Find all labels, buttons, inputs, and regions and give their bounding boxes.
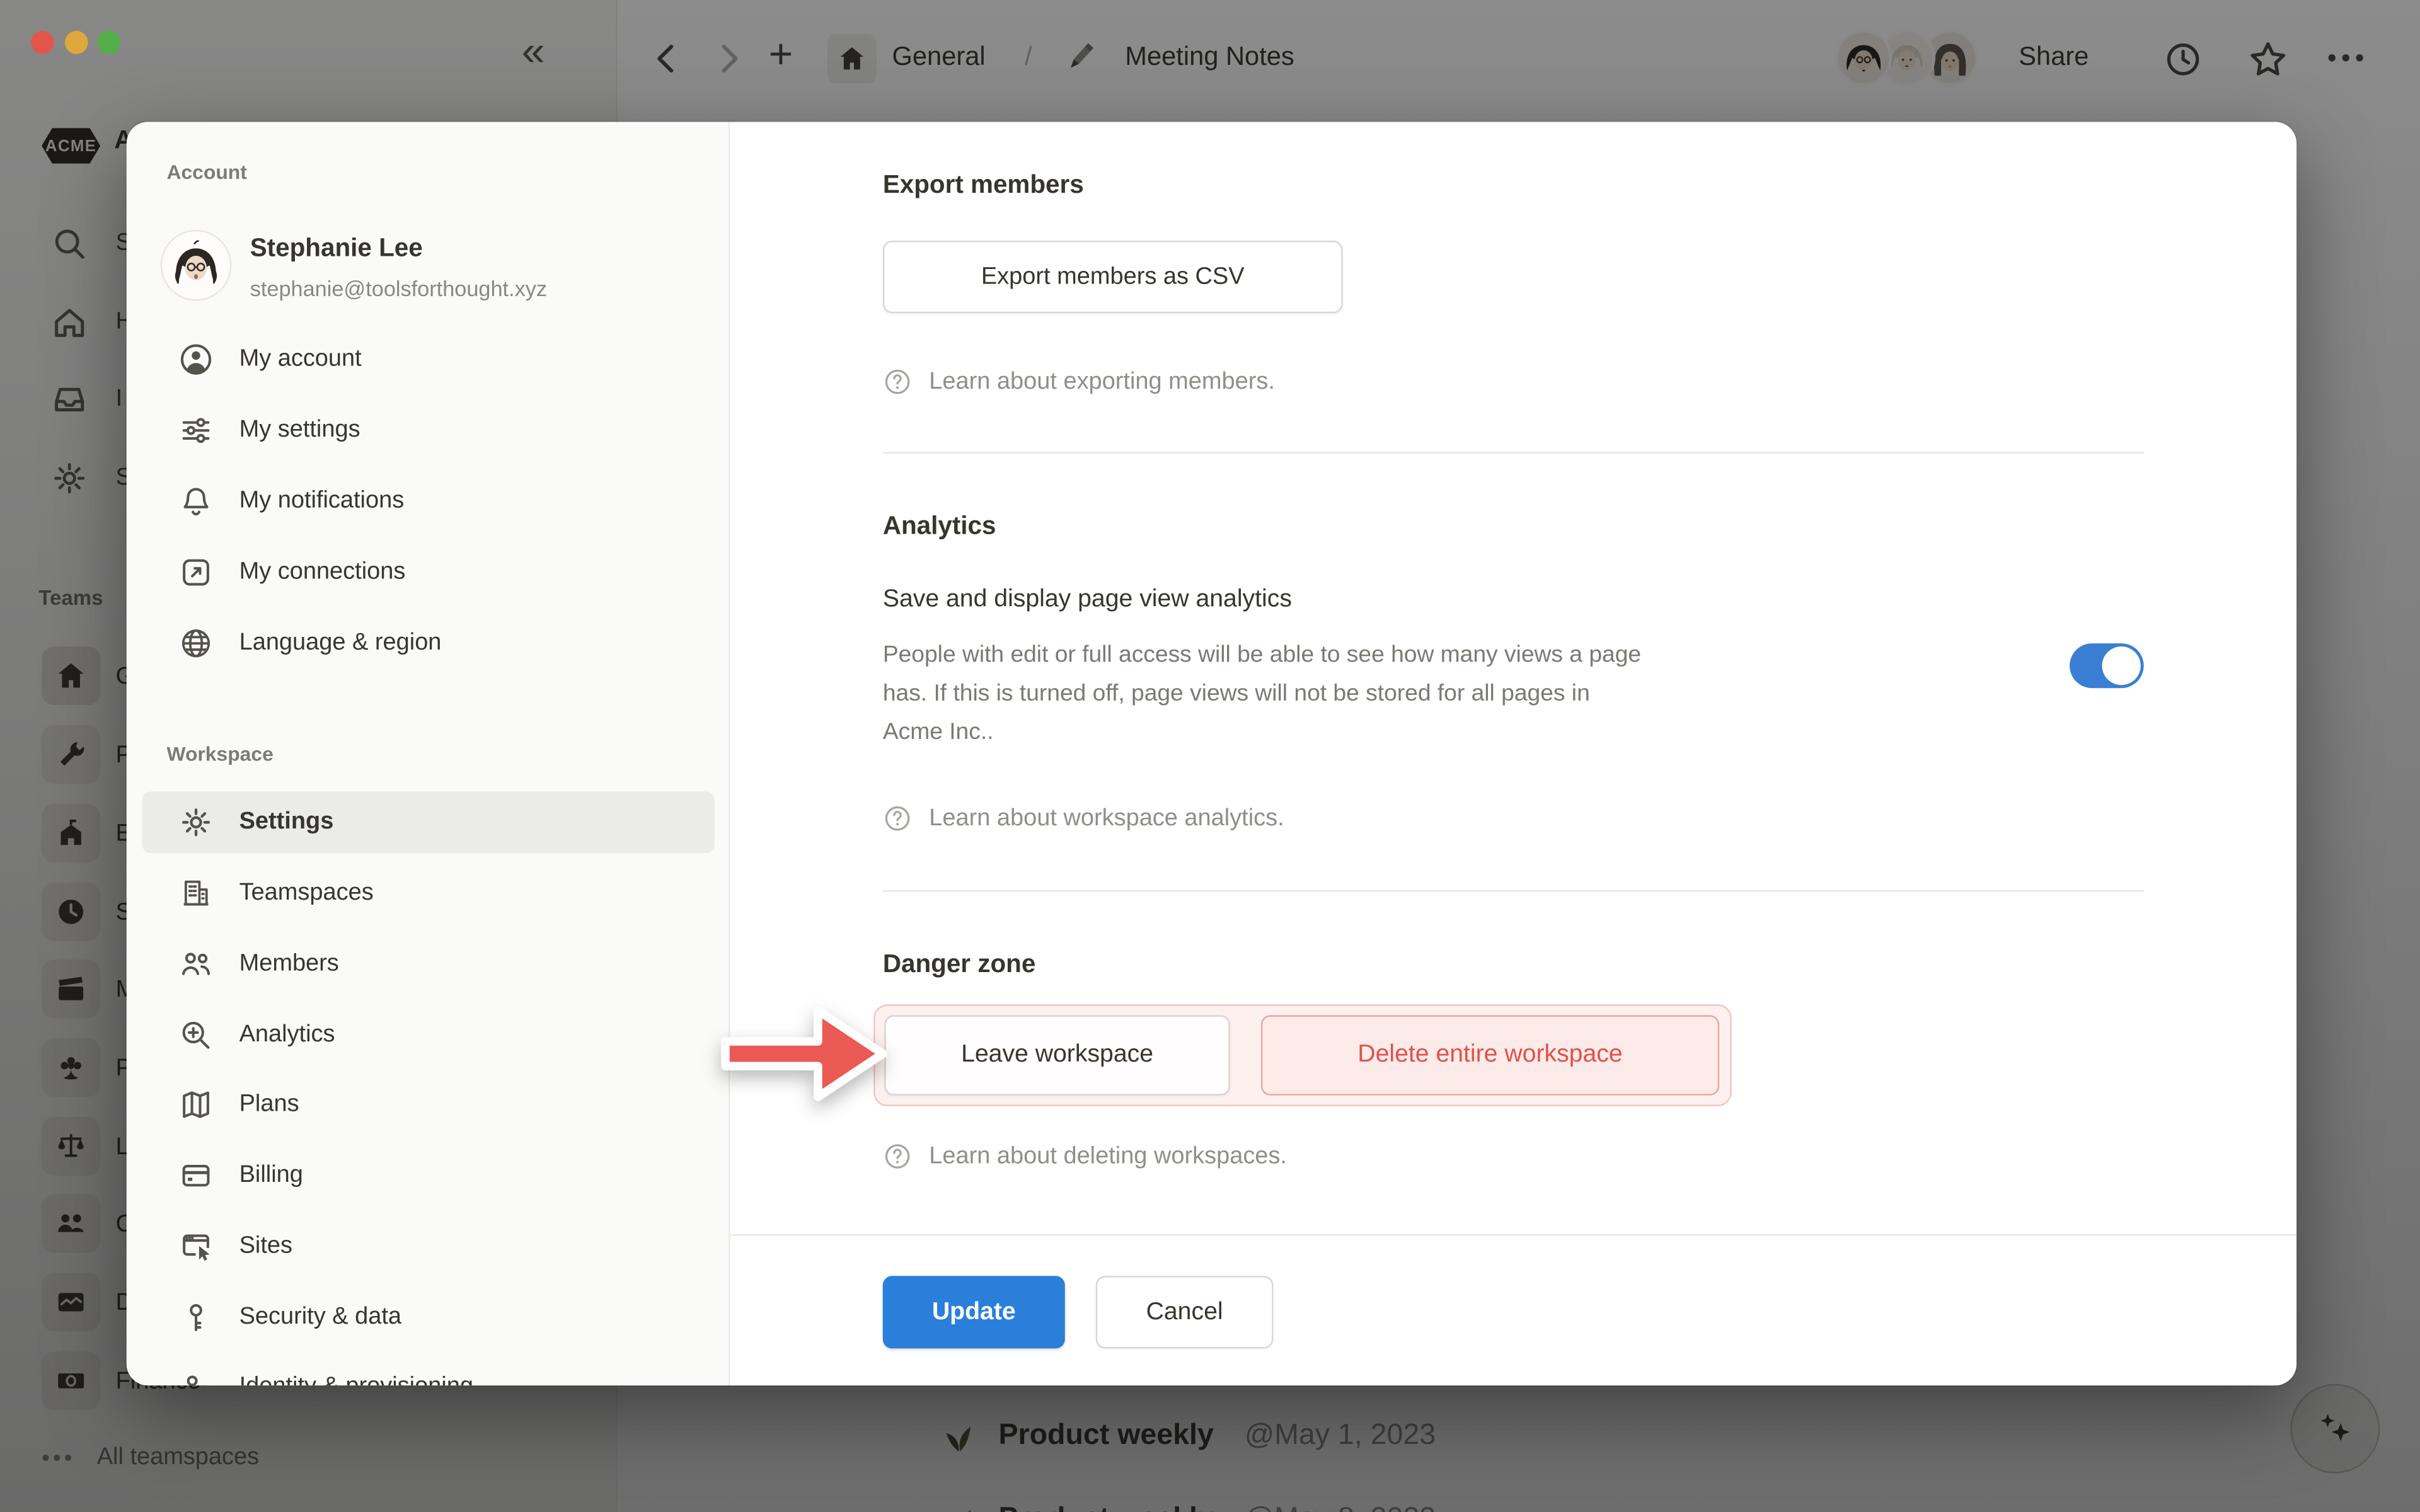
export-members-csv-button[interactable]: Export members as CSV — [883, 241, 1343, 313]
annotation-arrow-icon — [719, 995, 892, 1113]
footer-divider — [730, 1234, 2296, 1235]
person-gear-icon — [179, 1370, 213, 1385]
section-divider — [883, 890, 2144, 891]
nav-item-plans[interactable]: Plans — [142, 1074, 715, 1135]
nav-item-my-connections[interactable]: My connections — [142, 542, 715, 604]
user-email: stephanie@toolsforthought.xyz — [250, 276, 547, 301]
cancel-button[interactable]: Cancel — [1096, 1276, 1274, 1348]
nav-item-settings[interactable]: Settings — [142, 791, 715, 853]
analytics-setting-title: Save and display page view analytics — [883, 587, 1292, 614]
app-stage: ACME A S H I S Teams G P E — [0, 0, 2420, 1512]
credit-card-icon — [179, 1159, 213, 1193]
nav-item-sites[interactable]: Sites — [142, 1216, 715, 1278]
nav-item-analytics[interactable]: Analytics — [142, 1004, 715, 1066]
nav-item-my-settings[interactable]: My settings — [142, 399, 715, 461]
sliders-icon — [179, 413, 213, 447]
globe-icon — [179, 626, 213, 660]
delete-workspace-button[interactable]: Delete entire workspace — [1261, 1015, 1719, 1095]
current-user[interactable]: Stephanie Lee stephanie@toolsforthought.… — [162, 231, 547, 301]
settings-nav-panel: Account Stephanie Lee stephanie@toolsfor… — [127, 122, 730, 1385]
analytics-setting-description: People with edit or full access will be … — [883, 636, 1641, 752]
close-window-button[interactable] — [31, 31, 54, 54]
folded-map-icon — [179, 1088, 213, 1122]
settings-modal: Account Stephanie Lee stephanie@toolsfor… — [127, 122, 2296, 1385]
browser-cursor-icon — [179, 1230, 213, 1264]
nav-item-teamspaces[interactable]: Teamspaces — [142, 862, 715, 924]
user-avatar — [162, 231, 230, 299]
export-help-link[interactable]: Learn about exporting members. — [883, 367, 1275, 397]
nav-item-language-region[interactable]: Language & region — [142, 612, 715, 674]
update-button[interactable]: Update — [883, 1276, 1065, 1348]
leave-workspace-button[interactable]: Leave workspace — [884, 1015, 1230, 1095]
question-circle-icon — [883, 1142, 913, 1171]
danger-zone-heading: Danger zone — [883, 951, 1036, 980]
office-building-icon — [179, 876, 213, 910]
toggle-knob — [2102, 646, 2141, 685]
window: ACME A S H I S Teams G P E — [0, 0, 2420, 1512]
question-circle-icon — [883, 367, 913, 397]
nav-item-billing[interactable]: Billing — [142, 1145, 715, 1206]
window-controls — [31, 31, 120, 54]
settings-content: Export members Export members as CSV Lea… — [730, 122, 2296, 1385]
key-icon — [179, 1300, 213, 1334]
analytics-heading: Analytics — [883, 512, 996, 542]
account-section-heading: Account — [166, 161, 246, 184]
bell-icon — [179, 484, 213, 518]
user-name: Stephanie Lee — [250, 234, 547, 265]
two-people-icon — [179, 948, 213, 982]
section-divider — [883, 452, 2144, 454]
export-members-heading: Export members — [883, 171, 1084, 201]
question-circle-icon — [883, 804, 913, 833]
nav-item-security-data[interactable]: Security & data — [142, 1286, 715, 1348]
workspace-section-heading: Workspace — [166, 742, 273, 765]
danger-help-link[interactable]: Learn about deleting workspaces. — [883, 1142, 1287, 1171]
nav-item-my-notifications[interactable]: My notifications — [142, 471, 715, 532]
magnifier-plus-icon — [179, 1018, 213, 1052]
nav-item-identity-provisioning[interactable]: Identity & provisioning — [142, 1356, 715, 1386]
gear-icon — [179, 805, 213, 839]
nav-item-members[interactable]: Members — [142, 934, 715, 995]
analytics-toggle-on[interactable] — [2070, 643, 2144, 688]
zoom-window-button[interactable] — [97, 31, 120, 54]
nav-item-my-account[interactable]: My account — [142, 329, 715, 391]
arrow-up-right-box-icon — [179, 556, 213, 590]
person-circle-icon — [179, 343, 213, 377]
minimize-window-button[interactable] — [64, 31, 88, 54]
analytics-help-link[interactable]: Learn about workspace analytics. — [883, 804, 1284, 833]
